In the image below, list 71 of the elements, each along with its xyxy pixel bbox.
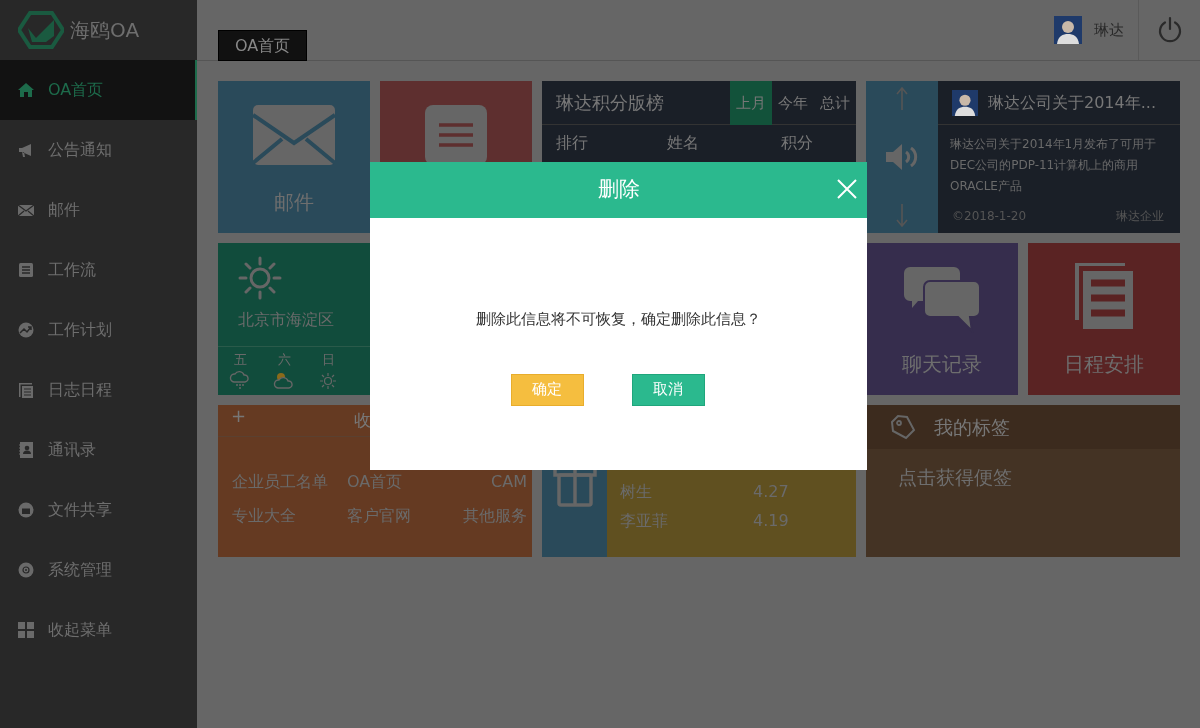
link[interactable]: OA首页 [347,470,457,494]
chart-icon [18,322,34,338]
avatar [952,88,978,117]
envelope-icon [18,202,34,218]
sidebar-item[interactable]: 收起菜单 [0,600,197,660]
column-header: 排行 [556,132,588,154]
sidebar-item[interactable]: 邮件 [0,180,197,240]
folder-icon [18,502,34,518]
sidebar-item[interactable]: 工作流 [0,240,197,300]
day-label: 六 [277,351,291,369]
tab[interactable]: 上月 [730,81,772,125]
megaphone-icon [18,142,34,158]
tag-icon [890,414,916,440]
list-icon [425,105,487,165]
sun-icon [238,256,282,300]
mail-tile[interactable]: 邮件 [218,81,370,233]
down-arrow-icon[interactable] [896,203,908,227]
link[interactable]: 客户官网 [347,504,457,528]
schedule-tile[interactable]: 日程安排 [1028,243,1180,395]
journal-icon [18,382,34,398]
sidebar-item[interactable]: 公告通知 [0,120,197,180]
gear-icon [18,562,34,578]
day-label: 五 [233,351,247,369]
grid-icon [18,622,34,638]
column-header: 积分 [781,132,813,154]
avatar [1054,16,1082,44]
link[interactable]: CAM [491,470,527,494]
name-cell-text: 树生 [620,481,653,503]
logo-icon [18,11,64,49]
dialog-title: 删除 [597,176,640,204]
contacts-icon [18,442,34,458]
tab[interactable]: 总计 [814,81,856,125]
confirm-button[interactable]: 确定 [510,373,584,406]
link[interactable]: 其他服务 [463,504,527,528]
name-cell-text: 李亚菲 [620,510,669,532]
score-cell-text: 4.27 [753,481,789,503]
sidebar-item[interactable]: OA首页 [0,60,197,120]
link[interactable]: 企业员工名单 [232,470,347,494]
news-title[interactable]: 琳达公司关于2014年... [988,90,1156,115]
close-icon [837,179,857,199]
chat-tile[interactable]: 聊天记录 [866,243,1018,395]
snow-cloud-icon [229,369,251,390]
column-header: 姓名 [667,132,699,154]
close-button[interactable] [837,179,857,199]
up-arrow-icon[interactable] [896,87,908,111]
location-label: 北京市海淀区 [238,309,334,331]
sidebar-item[interactable]: 日志日程 [0,360,197,420]
tab[interactable]: 今年 [772,81,814,125]
link[interactable]: 专业大全 [232,504,347,528]
sidebar-item[interactable]: 文件共享 [0,480,197,540]
panel-title: 收 [354,408,372,432]
add-button[interactable]: + [231,405,247,427]
news-date: ©2018-1-20 [952,208,1027,225]
document-icon [18,262,34,278]
score-cell-text: 4.19 [753,510,789,532]
sidebar-item[interactable]: 通讯录 [0,420,197,480]
note-link[interactable]: 点击获得便签 [898,463,1012,492]
cancel-button[interactable]: 取消 [631,373,705,406]
panel-title: 琳达积分版榜 [555,91,665,115]
home-icon [18,82,34,98]
sidebar-item[interactable]: 系统管理 [0,540,197,600]
dialog-message: 删除此信息将不可恢复，确定删除此信息？ [475,309,762,330]
day-label: 日 [321,351,335,369]
sidebar-item[interactable]: 工作计划 [0,300,197,360]
user-name: 琳达 [1094,19,1124,41]
logo-text: 海鸥OA [70,17,140,44]
speaker-icon [885,143,919,171]
schedule-icon [1075,263,1133,329]
panel-title: 我的标签 [934,414,1010,440]
envelope-icon [253,105,335,165]
tab[interactable]: OA首页 [218,30,308,61]
